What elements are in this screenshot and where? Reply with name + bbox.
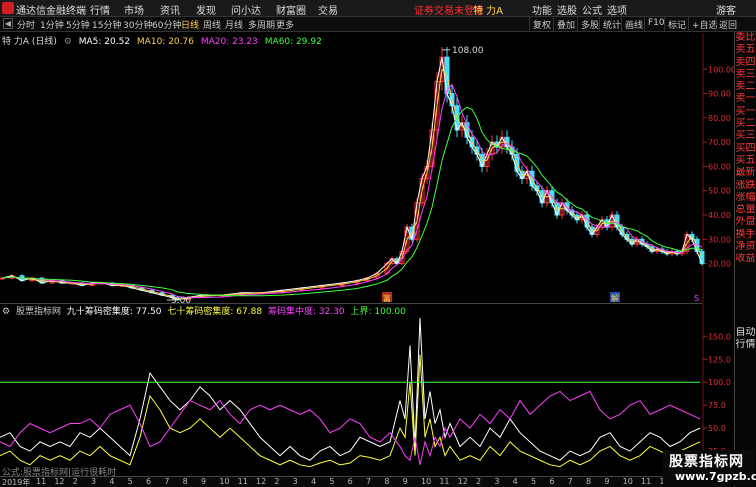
date-axis-month: 2 — [274, 477, 280, 486]
date-axis-month: 5 — [329, 477, 335, 486]
date-axis-month: 3 — [292, 477, 298, 486]
indicator-tick-label: 100.0 — [708, 378, 731, 387]
date-axis-month: 2 — [476, 477, 482, 486]
date-axis-month: 3 — [91, 477, 97, 486]
quote-side-panel[interactable]: 委比 卖五 卖四 卖三 卖二 卖一 买一 买二 买三 买四 买五 最新 涨跌 涨幅 总量 外盘 换手 净资 收益自动… — [734, 32, 756, 487]
price-tick-label: 70.00 — [708, 138, 731, 147]
date-axis-month: 6 — [146, 477, 152, 486]
date-axis-month: 8 — [384, 477, 390, 486]
quote-field-19[interactable] — [735, 266, 756, 278]
quote-field-22[interactable] — [735, 303, 756, 315]
quote-field-21[interactable] — [735, 290, 756, 302]
date-axis-month: 10 — [421, 477, 432, 486]
ma20-line — [1, 83, 703, 299]
date-axis-month: 7 — [164, 477, 170, 486]
date-axis-month: 9 — [604, 477, 610, 486]
date-axis-month: 10 — [219, 477, 230, 486]
watermark-line2: www.7gpzb.com — [675, 470, 756, 483]
quote-field-0[interactable]: 委比 — [735, 32, 756, 44]
event-marker-left-label: 富 — [383, 293, 391, 303]
price-tick-label: 60.00 — [708, 162, 731, 171]
quote-field-24[interactable]: 自动 — [735, 327, 756, 339]
date-axis-month: 4 — [311, 477, 317, 486]
date-axis-month: 11 — [237, 477, 248, 486]
watermark-line1: 股票指标网 — [669, 454, 744, 470]
indicator-tick-label: 150.0 — [708, 332, 731, 341]
date-axis-month: 12 — [256, 477, 267, 486]
quote-field-2[interactable]: 卖四 — [735, 57, 756, 69]
chart-canvas[interactable]: 20.00 30.00 40.00 50.00 60.00 70.00 80.00 90.00… — [0, 0, 734, 476]
ma60-line — [1, 106, 703, 297]
quote-field-20[interactable] — [735, 278, 756, 290]
quote-field-8[interactable]: 买三 — [735, 130, 756, 142]
quote-field-4[interactable]: 卖二 — [735, 81, 756, 93]
indicator-lines — [0, 317, 701, 468]
date-axis-month: 5 — [127, 477, 133, 486]
indicator-series-0 — [0, 317, 701, 461]
moving-average-lines — [1, 57, 703, 301]
date-axis-month: 12 — [457, 477, 468, 486]
price-tick-label: 30.00 — [708, 235, 731, 244]
price-tick-label: 50.00 — [708, 187, 731, 196]
quote-field-10[interactable]: 买五 — [735, 155, 756, 167]
price-tick-label: 20.00 — [708, 260, 731, 269]
event-marker-right-label: 解 — [611, 293, 619, 303]
date-axis-month: 4 — [109, 477, 115, 486]
ma5-line — [1, 57, 703, 301]
indicator-tick-label: 75.0 — [708, 401, 726, 410]
price-tick-label: 100.00 — [708, 65, 734, 74]
price-candles — [0, 46, 705, 301]
date-axis-month: 11 — [641, 477, 652, 486]
quote-field-16[interactable]: 换手 — [735, 229, 756, 241]
date-axis-month: 2 — [72, 477, 78, 486]
ma10-line — [1, 68, 703, 300]
watermark-logo: 股票指标网 www.7gpzb.com — [663, 450, 756, 486]
quote-field-15[interactable]: 外盘 — [735, 216, 756, 228]
date-axis-month: 8 — [182, 477, 188, 486]
indicator-tick-label: 50.0 — [708, 424, 726, 433]
formula-note: 公式:股票指标网|运行很耗时 — [2, 468, 117, 478]
high-price-label: 108.00 — [452, 46, 484, 56]
quote-field-23[interactable] — [735, 315, 756, 327]
date-axis-month: 7 — [366, 477, 372, 486]
low-price-label: 5.00 — [171, 296, 191, 306]
date-axis-month: 6 — [347, 477, 353, 486]
quote-field-13[interactable]: 涨幅 — [735, 192, 756, 204]
quote-field-11[interactable]: 最新 — [735, 167, 756, 179]
date-axis-month: 5 — [531, 477, 537, 486]
indicator-axis: 25.050.075.0100.0125.0150.0 — [703, 332, 731, 456]
quote-field-9[interactable]: 买四 — [735, 143, 756, 155]
quote-field-3[interactable]: 卖三 — [735, 69, 756, 81]
quote-field-25[interactable]: 行情 — [735, 339, 756, 351]
price-annotations: 108.00 5.00 富 解 S — [167, 46, 699, 306]
quote-field-1[interactable]: 卖五 — [735, 44, 756, 56]
date-axis-month: 4 — [512, 477, 518, 486]
date-axis-month: 6 — [549, 477, 555, 486]
quote-field-14[interactable]: 总量 — [735, 204, 756, 216]
date-axis-month: 8 — [586, 477, 592, 486]
quote-field-5[interactable]: 卖一 — [735, 93, 756, 105]
date-axis-month: 9 — [402, 477, 408, 486]
date-axis-month: 10 — [622, 477, 633, 486]
indicator-series-2 — [0, 390, 701, 465]
quote-field-6[interactable]: 买一 — [735, 106, 756, 118]
date-axis-month: 3 — [494, 477, 500, 486]
date-axis-year: 2019年 — [2, 478, 31, 487]
quote-field-17[interactable]: 净资 — [735, 241, 756, 253]
date-axis-month: 12 — [54, 477, 65, 486]
price-tick-label: 40.00 — [708, 211, 731, 220]
indicator-series-1 — [0, 354, 701, 468]
date-axis-month: 11 — [439, 477, 450, 486]
indicator-tick-label: 125.0 — [708, 355, 731, 364]
date-axis-month: 9 — [201, 477, 207, 486]
quote-field-7[interactable]: 买二 — [735, 118, 756, 130]
quote-field-12[interactable]: 涨跌 — [735, 180, 756, 192]
price-tick-label: 90.00 — [708, 90, 731, 99]
quote-field-18[interactable]: 收益 — [735, 253, 756, 265]
date-axis-month: 7 — [567, 477, 573, 486]
price-tick-label: 80.00 — [708, 114, 731, 123]
event-marker-end-label: S — [694, 294, 699, 303]
date-axis-month: 11 — [36, 477, 47, 486]
